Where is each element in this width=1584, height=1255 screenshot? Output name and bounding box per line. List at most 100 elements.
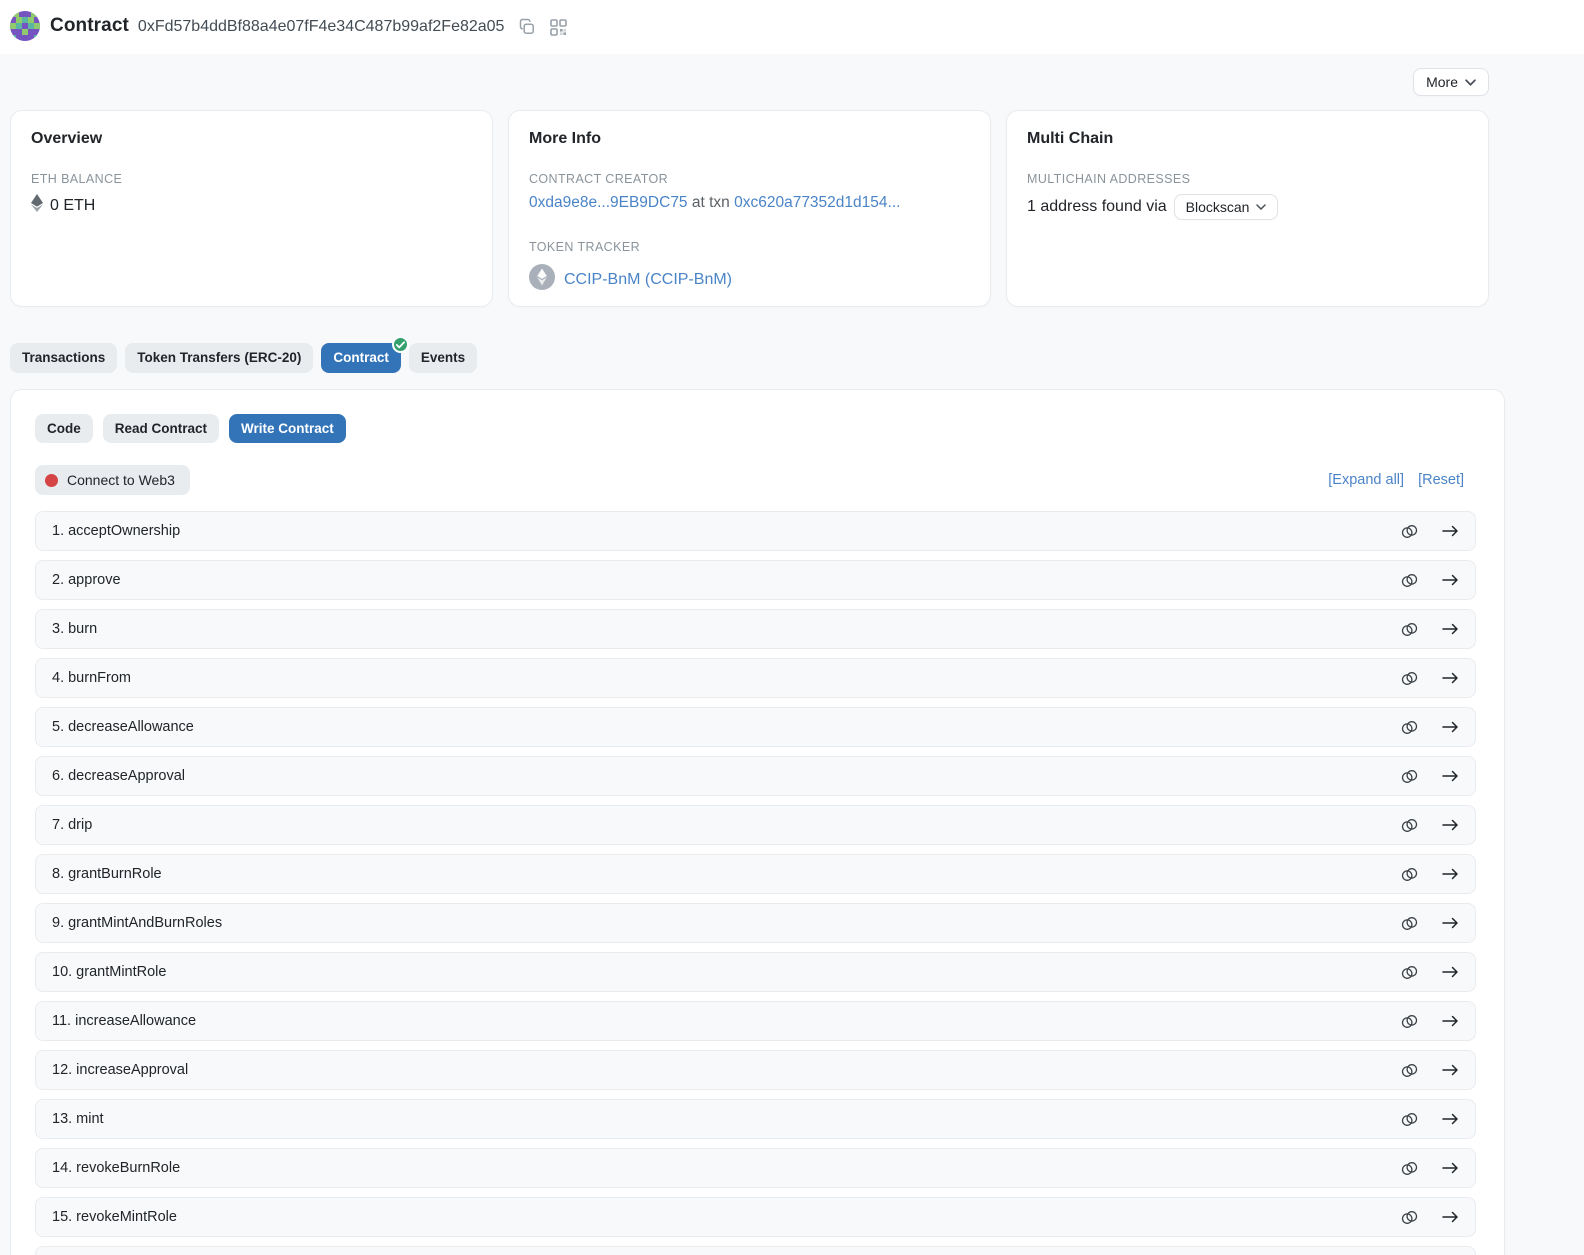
expand-arrow-icon[interactable]: [1442, 623, 1459, 635]
multichain-addresses-label: MULTICHAIN ADDRESSES: [1027, 172, 1468, 186]
tab-token-transfers[interactable]: Token Transfers (ERC-20): [125, 343, 313, 373]
multichain-provider-dropdown[interactable]: Blockscan: [1174, 194, 1279, 220]
function-row[interactable]: 11. increaseAllowance: [35, 1001, 1476, 1041]
verified-check-icon: [392, 336, 409, 353]
token-logo-icon: [529, 264, 555, 295]
function-name: 3. burn: [52, 621, 97, 637]
function-name: 10. grantMintRole: [52, 964, 166, 980]
function-row[interactable]: [35, 1246, 1476, 1255]
subtab-write-contract[interactable]: Write Contract: [229, 414, 346, 444]
permalink-icon[interactable]: [1401, 1210, 1418, 1225]
eth-icon: [31, 194, 43, 217]
function-name: 2. approve: [52, 572, 121, 588]
permalink-icon[interactable]: [1401, 622, 1418, 637]
actions-row: More: [0, 54, 1584, 110]
function-row[interactable]: 7. drip: [35, 805, 1476, 845]
write-panel-toolbar: Connect to Web3 [Expand all] [Reset]: [35, 465, 1476, 495]
function-name: 12. increaseApproval: [52, 1062, 188, 1078]
reset-link[interactable]: [Reset]: [1418, 472, 1464, 488]
permalink-icon[interactable]: [1401, 867, 1418, 882]
overview-card-title: Overview: [31, 130, 472, 148]
function-row[interactable]: 3. burn: [35, 609, 1476, 649]
permalink-icon[interactable]: [1401, 720, 1418, 735]
expand-all-link[interactable]: [Expand all]: [1328, 472, 1404, 488]
token-tracker-link[interactable]: CCIP-BnM (CCIP-BnM): [564, 271, 732, 289]
expand-arrow-icon[interactable]: [1442, 868, 1459, 880]
expand-arrow-icon[interactable]: [1442, 721, 1459, 733]
permalink-icon[interactable]: [1401, 916, 1418, 931]
page-title: Contract: [50, 15, 129, 37]
function-row[interactable]: 13. mint: [35, 1099, 1476, 1139]
function-name: 14. revokeBurnRole: [52, 1160, 180, 1176]
expand-arrow-icon[interactable]: [1442, 1064, 1459, 1076]
tab-events[interactable]: Events: [409, 343, 477, 373]
expand-arrow-icon[interactable]: [1442, 1211, 1459, 1223]
function-row[interactable]: 8. grantBurnRole: [35, 854, 1476, 894]
permalink-icon[interactable]: [1401, 1063, 1418, 1078]
multichain-card: Multi Chain MULTICHAIN ADDRESSES 1 addre…: [1006, 110, 1489, 307]
permalink-icon[interactable]: [1401, 1112, 1418, 1127]
function-row[interactable]: 6. decreaseApproval: [35, 756, 1476, 796]
permalink-icon[interactable]: [1401, 769, 1418, 784]
permalink-icon[interactable]: [1401, 1014, 1418, 1029]
expand-arrow-icon[interactable]: [1442, 819, 1459, 831]
multichain-found-text: 1 address found via: [1027, 198, 1167, 216]
function-row[interactable]: 15. revokeMintRole: [35, 1197, 1476, 1237]
function-row[interactable]: 12. increaseApproval: [35, 1050, 1476, 1090]
creation-txn-link[interactable]: 0xc620a77352d1d154...: [734, 194, 900, 211]
function-row[interactable]: 2. approve: [35, 560, 1476, 600]
function-name: 5. decreaseAllowance: [52, 719, 194, 735]
function-name: 4. burnFrom: [52, 670, 131, 686]
more-info-card-title: More Info: [529, 130, 970, 148]
subtab-read-contract[interactable]: Read Contract: [103, 414, 219, 444]
permalink-icon[interactable]: [1401, 965, 1418, 980]
contract-panel: Code Read Contract Write Contract Connec…: [10, 389, 1505, 1255]
function-row[interactable]: 4. burnFrom: [35, 658, 1476, 698]
info-cards: Overview ETH BALANCE 0 ETH More Info CON…: [0, 110, 1584, 307]
function-row[interactable]: 14. revokeBurnRole: [35, 1148, 1476, 1188]
eth-balance-value: 0 ETH: [50, 197, 95, 215]
expand-arrow-icon[interactable]: [1442, 770, 1459, 782]
tab-contract[interactable]: Contract: [321, 343, 401, 373]
connect-to-web3-button[interactable]: Connect to Web3: [35, 465, 190, 495]
more-info-card: More Info CONTRACT CREATOR 0xda9e8e...9E…: [508, 110, 991, 307]
expand-arrow-icon[interactable]: [1442, 966, 1459, 978]
permalink-icon[interactable]: [1401, 818, 1418, 833]
at-txn-text: at txn: [688, 194, 735, 211]
function-row[interactable]: 10. grantMintRole: [35, 952, 1476, 992]
permalink-icon[interactable]: [1401, 524, 1418, 539]
permalink-icon[interactable]: [1401, 671, 1418, 686]
function-row[interactable]: 1. acceptOwnership: [35, 511, 1476, 551]
function-name: 6. decreaseApproval: [52, 768, 185, 784]
overview-card: Overview ETH BALANCE 0 ETH: [10, 110, 493, 307]
function-name: 7. drip: [52, 817, 92, 833]
function-row[interactable]: 5. decreaseAllowance: [35, 707, 1476, 747]
tab-transactions[interactable]: Transactions: [10, 343, 117, 373]
expand-arrow-icon[interactable]: [1442, 1015, 1459, 1027]
permalink-icon[interactable]: [1401, 573, 1418, 588]
copy-icon[interactable]: [518, 18, 536, 36]
more-button[interactable]: More: [1413, 68, 1489, 96]
expand-arrow-icon[interactable]: [1442, 672, 1459, 684]
expand-arrow-icon[interactable]: [1442, 917, 1459, 929]
expand-arrow-icon[interactable]: [1442, 525, 1459, 537]
qr-code-icon[interactable]: [550, 19, 567, 36]
function-name: 1. acceptOwnership: [52, 523, 180, 539]
page-header: Contract 0xFd57b4ddBf88a4e07fF4e34C487b9…: [0, 0, 1584, 54]
tab-bar: Transactions Token Transfers (ERC-20) Co…: [0, 307, 1584, 373]
permalink-icon[interactable]: [1401, 1161, 1418, 1176]
expand-arrow-icon[interactable]: [1442, 1113, 1459, 1125]
function-name: 15. revokeMintRole: [52, 1209, 177, 1225]
creator-address-link[interactable]: 0xda9e8e...9EB9DC75: [529, 194, 688, 211]
function-name: 11. increaseAllowance: [52, 1013, 196, 1029]
web3-status-icon: [45, 474, 58, 487]
function-name: 13. mint: [52, 1111, 104, 1127]
expand-arrow-icon[interactable]: [1442, 1162, 1459, 1174]
eth-balance-label: ETH BALANCE: [31, 172, 472, 186]
function-name: 9. grantMintAndBurnRoles: [52, 915, 222, 931]
contract-subtab-bar: Code Read Contract Write Contract: [35, 414, 1476, 444]
function-row[interactable]: 9. grantMintAndBurnRoles: [35, 903, 1476, 943]
contract-address: 0xFd57b4ddBf88a4e07fF4e34C487b99af2Fe82a…: [138, 18, 505, 36]
subtab-code[interactable]: Code: [35, 414, 93, 444]
expand-arrow-icon[interactable]: [1442, 574, 1459, 586]
